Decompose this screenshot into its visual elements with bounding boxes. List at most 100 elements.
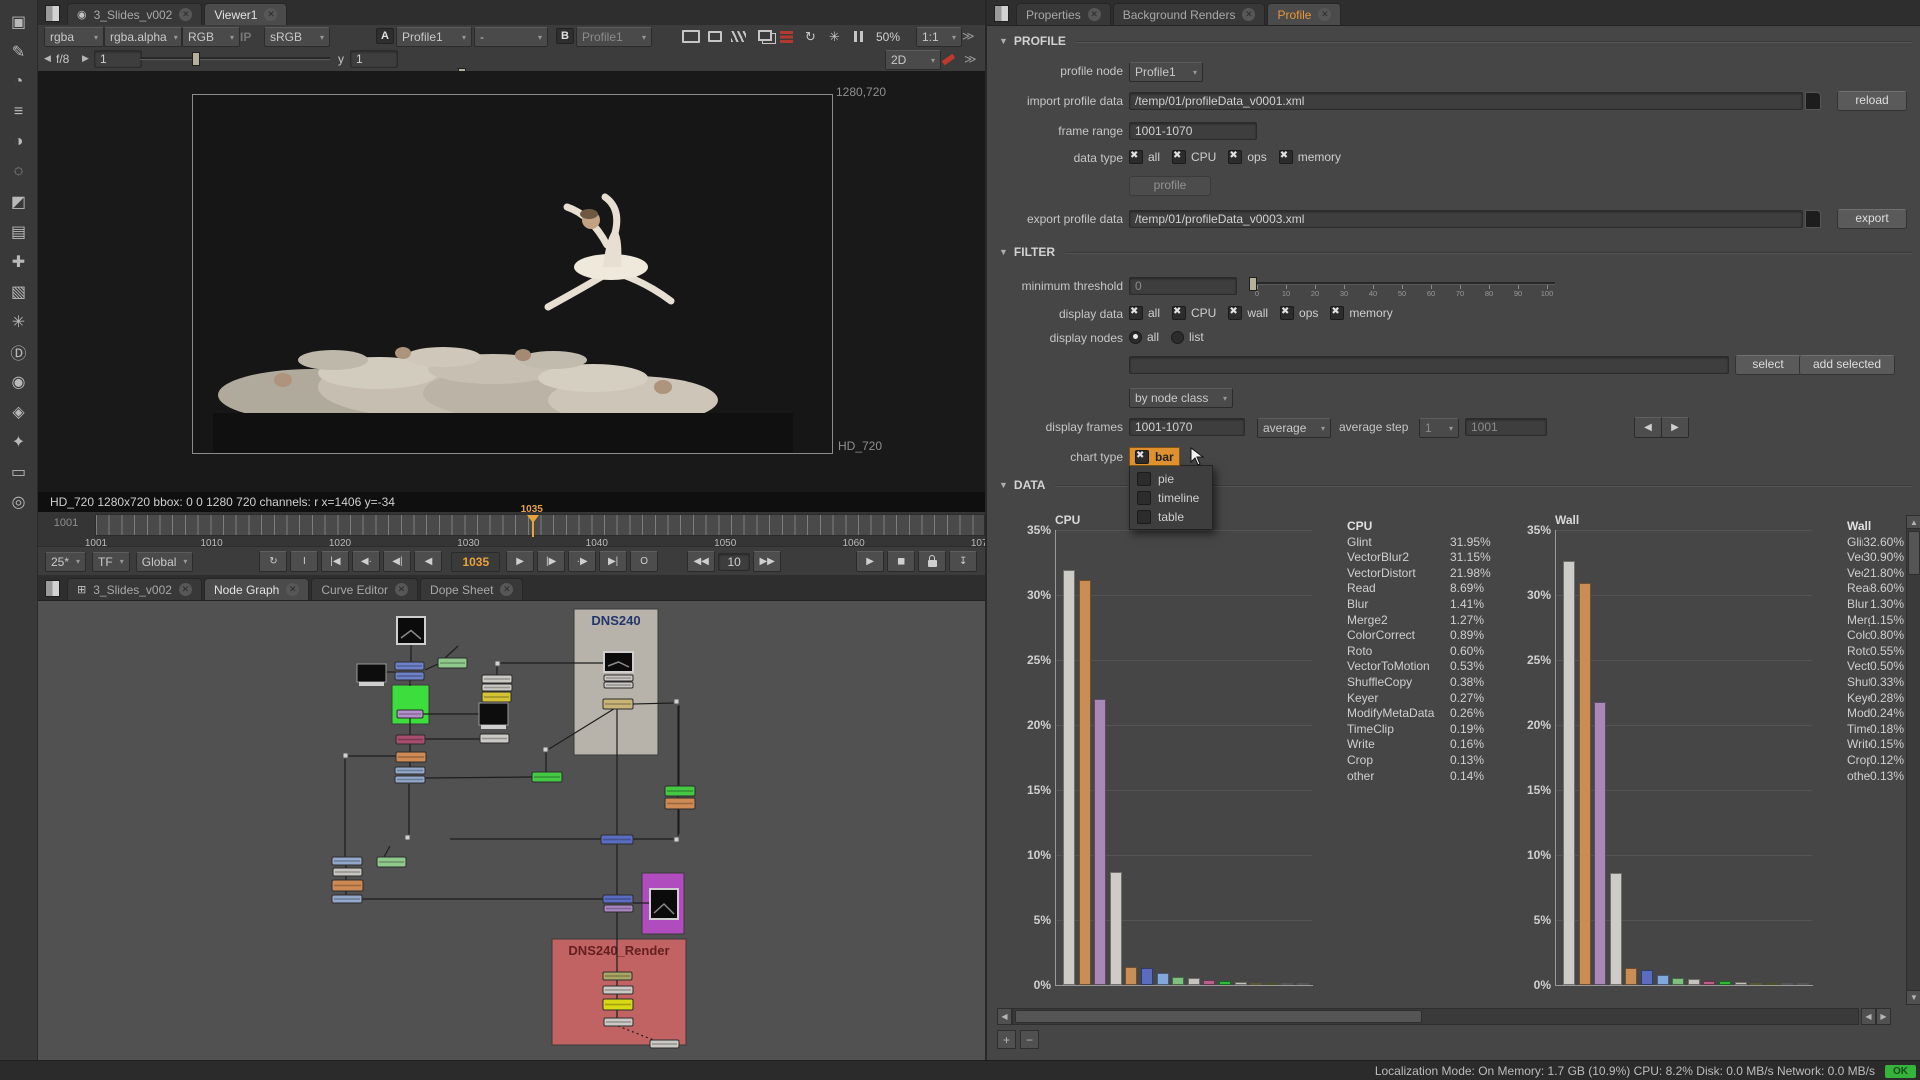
node-graph-canvas[interactable]: DNS240DNS240_Render (38, 600, 985, 1080)
bar-VectorBlur2[interactable] (1579, 583, 1591, 985)
average-dropdown[interactable]: average (1257, 418, 1331, 438)
horizontal-scroll-thumb[interactable] (1015, 1010, 1422, 1023)
skip-forward-button[interactable]: ▶▶ (753, 551, 781, 572)
node[interactable] (395, 672, 424, 680)
node[interactable] (601, 835, 633, 844)
bar-Glint[interactable] (1563, 561, 1575, 985)
viewer-lut-dropdown[interactable]: sRGB (264, 27, 330, 47)
fps-dropdown[interactable]: 25* (45, 552, 86, 572)
view-mode-dropdown[interactable]: 2D (885, 50, 941, 70)
deep-icon[interactable]: Ⓓ (5, 338, 33, 365)
lock-icon[interactable] (918, 551, 946, 572)
add-selected-button[interactable]: add selected (1799, 355, 1895, 375)
node[interactable] (604, 675, 633, 681)
profile-section-header[interactable]: ▼ PROFILE (999, 34, 1912, 48)
tab-script[interactable]: ⊞ 3_Slides_v002 ✕ (67, 578, 202, 600)
toolsets-icon[interactable]: ✦ (5, 428, 33, 455)
f-stop-label[interactable]: f/8 (56, 52, 69, 66)
filter-icon[interactable]: ◌ (5, 158, 33, 185)
input-process-label[interactable]: IP (240, 30, 251, 44)
disclosure-triangle-icon[interactable]: ▼ (999, 480, 1008, 490)
node[interactable] (482, 692, 511, 702)
node[interactable] (395, 776, 425, 783)
node[interactable] (396, 735, 425, 744)
horizontal-scrollbar[interactable] (1012, 1008, 1859, 1025)
loop-mode-button[interactable]: ↻ (259, 551, 287, 572)
reload-button[interactable]: reload (1837, 91, 1907, 111)
draw-icon[interactable]: ✎ (5, 38, 33, 65)
metadata-icon[interactable]: ◈ (5, 398, 33, 425)
tab-profile[interactable]: Profile ✕ (1267, 3, 1341, 25)
checkbox-icon[interactable] (1228, 150, 1242, 164)
node[interactable] (603, 986, 633, 994)
close-icon[interactable]: ✕ (500, 583, 513, 596)
step-back-button[interactable]: ◀| (383, 551, 411, 572)
close-icon[interactable]: ✕ (179, 583, 192, 596)
bar-Write[interactable] (1766, 983, 1778, 985)
gear-icon[interactable]: ✳ (824, 28, 845, 45)
node[interactable] (333, 868, 362, 876)
bar-ShuffleCopy[interactable] (1203, 980, 1215, 985)
channel-icon[interactable]: ≡ (5, 98, 33, 125)
ratio-dropdown[interactable]: 1:1 (916, 27, 962, 47)
wipe-mode-dropdown[interactable]: - (474, 27, 548, 47)
input-b-dropdown[interactable]: Profile1 (576, 27, 652, 47)
average-step-dropdown[interactable]: 1 (1419, 418, 1459, 438)
node[interactable] (482, 684, 512, 691)
particles-icon[interactable]: ✳ (5, 308, 33, 335)
min-threshold-field[interactable]: 0 (1129, 277, 1237, 295)
bar-other[interactable] (1297, 983, 1309, 985)
input-process-button[interactable]: I (290, 551, 318, 572)
node[interactable] (604, 1018, 633, 1026)
menu-item-pie[interactable]: pie (1130, 469, 1212, 488)
display-channels-dropdown[interactable]: RGB (182, 27, 240, 47)
skip-back-button[interactable]: ◀◀ (687, 551, 715, 572)
export-path-field[interactable]: /temp/01/profileData_v0003.xml (1129, 210, 1803, 228)
scroll-left-button[interactable]: ◀ (1861, 1008, 1876, 1025)
close-icon[interactable]: ✕ (1318, 8, 1331, 21)
bar-Keyer[interactable] (1719, 981, 1731, 985)
filter-section-header[interactable]: ▼ FILTER (999, 245, 1912, 259)
close-icon[interactable]: ✕ (1242, 8, 1255, 21)
bar-VectorDistort[interactable] (1094, 699, 1106, 985)
node[interactable] (603, 972, 632, 980)
scroll-left-button[interactable]: ◀ (997, 1008, 1012, 1025)
thumbnail-node[interactable] (397, 617, 425, 644)
node[interactable] (604, 682, 633, 688)
remove-button[interactable]: − (1020, 1030, 1039, 1049)
add-button[interactable]: + (997, 1030, 1016, 1049)
bar-other[interactable] (1797, 983, 1809, 985)
display-frames-field[interactable]: 1001-1070 (1129, 418, 1245, 436)
menu-item-timeline[interactable]: timeline (1130, 488, 1212, 507)
tab-dope-sheet[interactable]: Dope Sheet ✕ (420, 578, 523, 600)
pane-menu-button[interactable] (45, 5, 60, 22)
bar-ShuffleCopy[interactable] (1703, 981, 1715, 985)
tab-properties[interactable]: Properties ✕ (1016, 3, 1111, 25)
node[interactable] (665, 786, 695, 796)
render-to-disk-icon[interactable]: ↧ (949, 551, 977, 572)
gain-field[interactable]: 1 (94, 50, 142, 68)
node[interactable] (603, 699, 633, 709)
bar-Keyer[interactable] (1219, 981, 1231, 985)
tab-viewer1[interactable]: Viewer1 ✕ (204, 3, 287, 25)
threed-icon[interactable]: ▧ (5, 278, 33, 305)
play-forward-button[interactable]: ▶ (506, 551, 534, 572)
next-frame-button[interactable]: ▶ (1661, 417, 1689, 438)
vertical-scroll-thumb[interactable] (1908, 531, 1920, 575)
bar-TimeClip[interactable] (1250, 983, 1262, 985)
bar-Blur[interactable] (1125, 967, 1137, 985)
bar-Glint[interactable] (1063, 570, 1075, 985)
checkbox-icon[interactable] (1129, 150, 1143, 164)
node[interactable] (377, 857, 406, 867)
radio-icon[interactable] (1171, 331, 1184, 344)
node[interactable] (665, 798, 695, 809)
zoom-level[interactable]: 50% (876, 30, 900, 44)
range-start-field[interactable]: 1001 (46, 517, 86, 529)
checkbox-icon[interactable] (1280, 306, 1294, 320)
merge-icon[interactable]: ▤ (5, 218, 33, 245)
timeline-ruler[interactable]: 100110101020103010401050106010701035 (95, 514, 985, 536)
checkbox-icon[interactable] (1172, 306, 1186, 320)
close-icon[interactable]: ✕ (286, 583, 299, 596)
bar-TimeClip[interactable] (1750, 983, 1762, 985)
scroll-down-button[interactable]: ▼ (1906, 990, 1920, 1005)
